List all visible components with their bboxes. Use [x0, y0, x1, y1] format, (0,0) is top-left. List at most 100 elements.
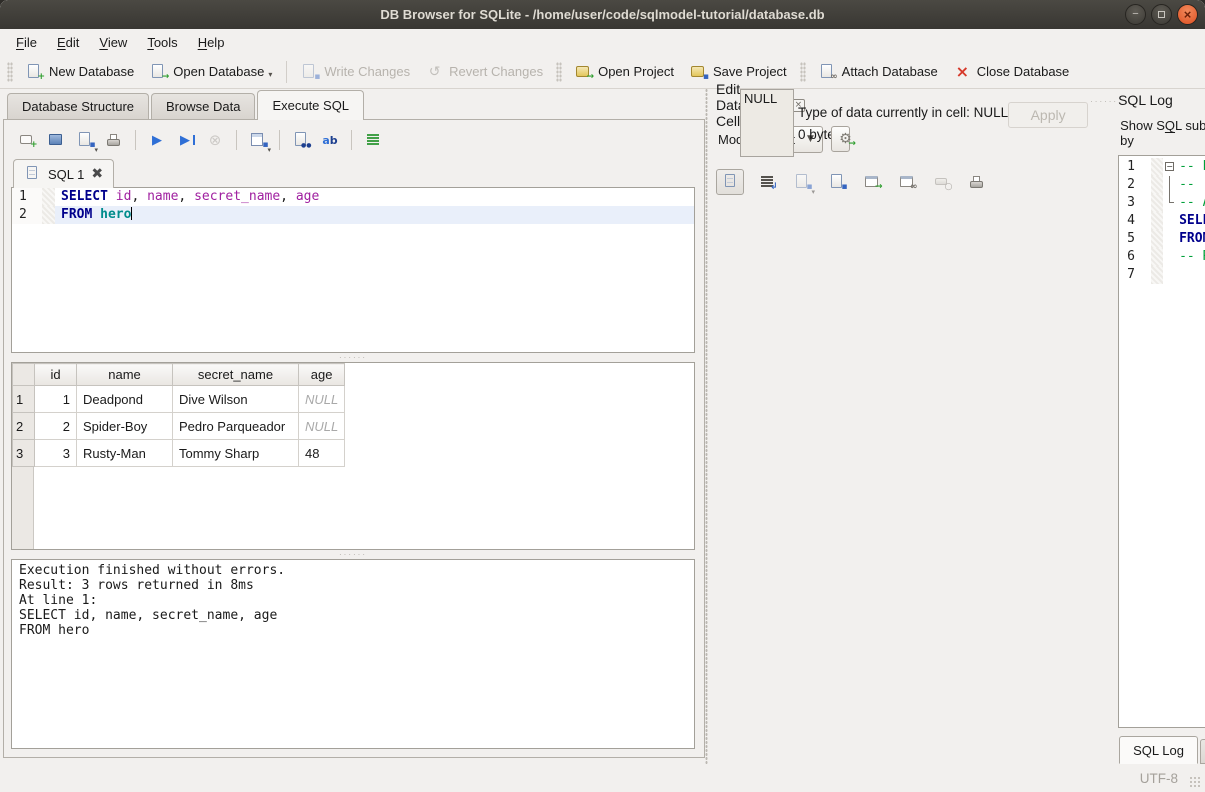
- sql-log-dock: SQL Log × Show SQL submitted by User ▼ C…: [1118, 89, 1205, 764]
- text-mode-button[interactable]: [716, 169, 744, 195]
- cell[interactable]: 3: [35, 440, 77, 467]
- open-database-button[interactable]: →Open Database▾: [142, 60, 280, 84]
- menu-tools[interactable]: Tools: [137, 32, 187, 53]
- dropdown-caret-icon[interactable]: ▾: [811, 188, 815, 196]
- close-database-icon: ×: [954, 64, 971, 80]
- cell[interactable]: Deadpond: [77, 386, 173, 413]
- tab-sql-log[interactable]: SQL Log: [1119, 736, 1198, 764]
- export-to-file-button[interactable]: →: [860, 170, 884, 194]
- column-header-age[interactable]: age: [299, 364, 345, 386]
- message-line: At line 1:: [19, 593, 687, 608]
- toolbar-button-label: New Database: [49, 64, 134, 79]
- open-sql-file-button[interactable]: [44, 128, 68, 152]
- sql-log-controls: Show SQL submitted by User ▼ Clear: [1120, 118, 1205, 148]
- sql-editor[interactable]: 1SELECT id, name, secret_name, age2FROM …: [11, 187, 695, 353]
- toolbar-button-label: Open Project: [598, 64, 674, 79]
- close-database-button[interactable]: ×Close Database: [946, 60, 1078, 84]
- tab-sql-1[interactable]: SQL 1 ✖: [13, 159, 114, 188]
- tab-browse-data[interactable]: Browse Data: [151, 93, 255, 119]
- code-text: SELECT id, name, secret_name, age: [55, 188, 694, 206]
- set-as-null-button: ○: [930, 170, 954, 194]
- attach-database-button[interactable]: ∞Attach Database: [811, 60, 946, 84]
- execute-all-icon: ▶: [149, 132, 166, 148]
- column-header-id[interactable]: id: [35, 364, 77, 386]
- sql-log-title: SQL Log: [1118, 92, 1173, 108]
- log-line: 5FROM hero: [1119, 230, 1205, 248]
- column-header-secret_name[interactable]: secret_name: [173, 364, 299, 386]
- maximize-button-icon[interactable]: [1151, 4, 1172, 25]
- execute-all-button[interactable]: ▶: [145, 128, 169, 152]
- cell[interactable]: Pedro Parqueador: [173, 413, 299, 440]
- dropdown-caret-icon[interactable]: ▾: [94, 146, 98, 154]
- menu-edit[interactable]: Edit: [47, 32, 89, 53]
- cell[interactable]: 1: [35, 386, 77, 413]
- export-to-file-icon: →: [864, 174, 881, 190]
- print-cell-button[interactable]: [965, 170, 989, 194]
- revert-changes-button: ↺Revert Changes: [418, 60, 551, 84]
- cell-editor[interactable]: NULL: [740, 89, 794, 157]
- tab-plot[interactable]: Plot: [1200, 739, 1205, 764]
- save-sql-file-button[interactable]: ▪▾: [73, 128, 97, 152]
- tab-execute-sql[interactable]: Execute SQL: [257, 90, 364, 120]
- line-number: 2: [12, 206, 42, 224]
- find-and-replace-button[interactable]: ab: [318, 128, 342, 152]
- results-message-splitter[interactable]: ······: [11, 550, 695, 559]
- minimize-button-icon[interactable]: −: [1125, 4, 1146, 25]
- execute-current-line-button[interactable]: ▶: [174, 128, 198, 152]
- new-sql-tab-button[interactable]: +: [15, 128, 39, 152]
- sql-log-view[interactable]: 1−-- EXECUTING ALL IN 'SQL 1'2--3-- At l…: [1118, 155, 1205, 728]
- save-project-button[interactable]: ▪Save Project: [682, 60, 795, 84]
- column-header-name[interactable]: name: [77, 364, 173, 386]
- cell[interactable]: 2: [35, 413, 77, 440]
- word-wrap-icon: ↲: [759, 174, 776, 190]
- save-results-view-button[interactable]: ▪▾: [246, 128, 270, 152]
- apply-button[interactable]: Apply: [1008, 102, 1088, 128]
- cell[interactable]: 48: [299, 440, 345, 467]
- row-header[interactable]: 2: [13, 413, 35, 440]
- row-header[interactable]: 1: [13, 386, 35, 413]
- close-button-icon[interactable]: ×: [1177, 4, 1198, 25]
- open-in-external-app-button[interactable]: ∞: [895, 170, 919, 194]
- find-text-button[interactable]: ●●: [289, 128, 313, 152]
- new-database-icon: +: [26, 64, 43, 80]
- cell[interactable]: NULL: [299, 413, 345, 440]
- toolbar-handle: [7, 62, 13, 82]
- sql-editor-toolbar: +▪▾▶▶⊗▪▾●●ab: [11, 124, 695, 156]
- main-area: Database StructureBrowse DataExecute SQL…: [0, 89, 1205, 764]
- editor-results-splitter[interactable]: ······: [11, 353, 695, 362]
- format-sql-button[interactable]: [361, 128, 385, 152]
- dropdown-caret-icon[interactable]: ▾: [267, 146, 271, 154]
- menu-help[interactable]: Help: [188, 32, 235, 53]
- titlebar[interactable]: DB Browser for SQLite - /home/user/code/…: [0, 0, 1205, 29]
- resize-grip[interactable]: [1189, 776, 1202, 789]
- menu-file[interactable]: File: [6, 32, 47, 53]
- toolbar-button-label: Save Project: [713, 64, 787, 79]
- cell[interactable]: Tommy Sharp: [173, 440, 299, 467]
- cell[interactable]: NULL: [299, 386, 345, 413]
- new-database-button[interactable]: + New Database: [18, 60, 142, 84]
- sql-file-tab-label: SQL 1: [48, 167, 84, 182]
- fold-column: [1163, 176, 1178, 194]
- cell[interactable]: Dive Wilson: [173, 386, 299, 413]
- close-tab-icon[interactable]: ✖: [91, 167, 103, 181]
- cell[interactable]: Spider-Boy: [77, 413, 173, 440]
- row-header[interactable]: 3: [13, 440, 35, 467]
- print-sql-button[interactable]: [102, 128, 126, 152]
- word-wrap-button[interactable]: ↲: [755, 170, 779, 194]
- main-tab-bar: Database StructureBrowse DataExecute SQL: [3, 89, 705, 119]
- write-changes-icon: ▪: [301, 64, 318, 80]
- cell[interactable]: Rusty-Man: [77, 440, 173, 467]
- log-line: 3-- At line 1:: [1119, 194, 1205, 212]
- open-database-icon: →: [150, 64, 167, 80]
- import-from-file-button[interactable]: ▪: [825, 170, 849, 194]
- tab-database-structure[interactable]: Database Structure: [7, 93, 149, 119]
- cell-settings-button[interactable]: ⚙→: [831, 126, 850, 152]
- collapse-icon[interactable]: −: [1165, 162, 1174, 171]
- code-text: SELECT id, name, secret_name, age: [1178, 212, 1205, 230]
- write-changes-button: ▪Write Changes: [293, 60, 418, 84]
- open-project-button[interactable]: →Open Project: [567, 60, 682, 84]
- menu-view[interactable]: View: [89, 32, 137, 53]
- dropdown-caret-icon[interactable]: ▾: [268, 70, 272, 79]
- code-text: FROM hero: [55, 206, 694, 224]
- dock-splitter[interactable]: ······: [1090, 97, 1118, 106]
